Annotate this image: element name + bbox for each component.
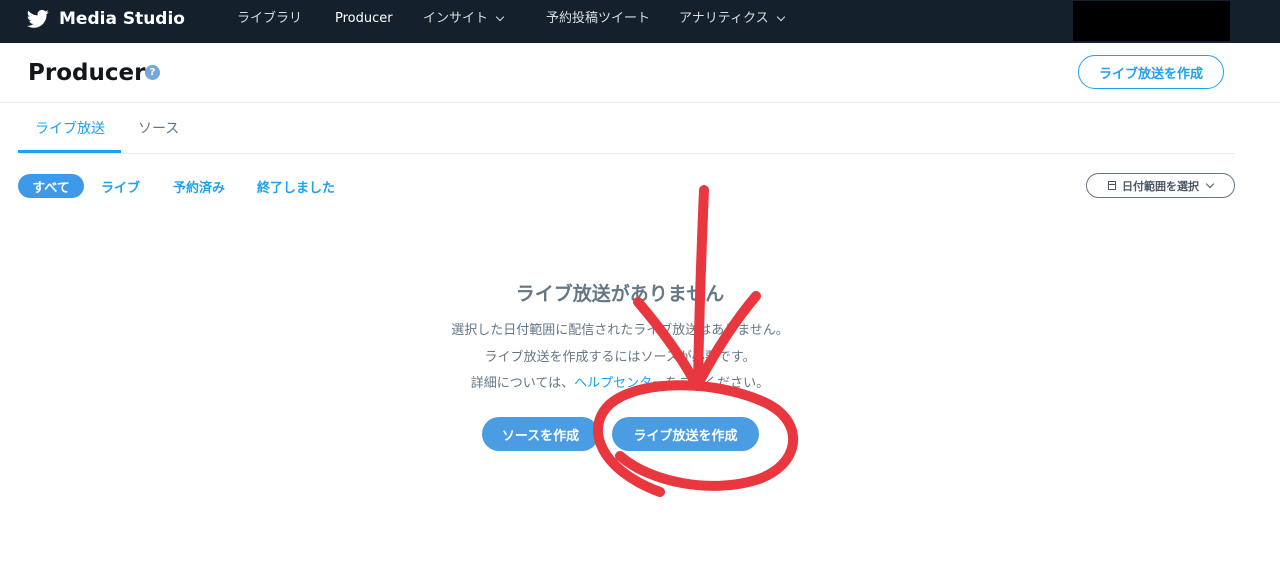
nav-analytics[interactable]: アナリティクス	[679, 11, 785, 27]
nav-insights-label: インサイト	[423, 11, 489, 26]
nav-library[interactable]: ライブラリ	[237, 11, 302, 27]
help-center-link[interactable]: ヘルプセンター	[574, 376, 665, 391]
create-source-button[interactable]: ソースを作成	[482, 417, 599, 451]
help-text-prefix: 詳細については、	[470, 376, 575, 391]
create-live-broadcast-button[interactable]: ライブ放送を作成	[1078, 55, 1224, 89]
date-range-button[interactable]: 日付範囲を選択	[1086, 173, 1235, 198]
tab-live-broadcasts[interactable]: ライブ放送	[35, 120, 105, 138]
active-tab-indicator	[18, 150, 121, 153]
help-text-suffix: をご覧ください。	[665, 376, 770, 391]
page-header: Producer ? ライブ放送を作成	[0, 43, 1280, 103]
chevron-down-icon	[1205, 179, 1215, 188]
twitter-bird-icon[interactable]	[27, 9, 49, 29]
account-menu-redacted[interactable]	[1073, 1, 1230, 41]
filter-scheduled[interactable]: 予約済み	[173, 174, 225, 198]
empty-state-title: ライブ放送がありません	[515, 283, 725, 305]
annotation-arrow-head	[633, 291, 761, 391]
empty-state-line-3: 詳細については、ヘルプセンターをご覧ください。	[0, 375, 1240, 393]
nav-scheduled-tweets[interactable]: 予約投稿ツイート	[546, 11, 650, 27]
tab-sources[interactable]: ソース	[138, 120, 179, 138]
help-icon[interactable]: ?	[145, 65, 160, 80]
empty-state-line-2: ライブ放送を作成するにはソースが必要です。	[484, 350, 756, 365]
brand-title[interactable]: Media Studio	[59, 9, 185, 29]
nav-library-label: ライブラリ	[237, 11, 303, 26]
chevron-down-icon	[776, 12, 785, 22]
empty-state-line-1: 選択した日付範囲に配信されたライブ放送はありません。	[451, 323, 789, 338]
nav-insights[interactable]: インサイト	[423, 11, 505, 27]
calendar-icon	[1108, 181, 1116, 190]
date-range-label: 日付範囲を選択	[1122, 179, 1199, 193]
filter-all[interactable]: すべて	[18, 174, 84, 198]
filter-ended[interactable]: 終了しました	[257, 174, 335, 198]
nav-producer-label: Producer	[335, 11, 393, 26]
chevron-down-icon	[495, 12, 505, 22]
nav-scheduled-tweets-label: 予約投稿ツイート	[546, 11, 651, 26]
page-title: Producer	[28, 60, 146, 86]
top-nav: Media Studio ライブラリ Producer インサイト 予約投稿ツイ…	[0, 0, 1280, 43]
nav-analytics-label: アナリティクス	[679, 11, 769, 26]
filter-bar: すべて ライブ 予約済み 終了しました 日付範囲を選択	[0, 172, 1280, 202]
filter-live[interactable]: ライブ	[101, 174, 140, 198]
nav-producer[interactable]: Producer	[335, 11, 393, 27]
tab-bar: ライブ放送 ソース	[18, 103, 1235, 154]
create-live-button[interactable]: ライブ放送を作成	[612, 417, 759, 451]
